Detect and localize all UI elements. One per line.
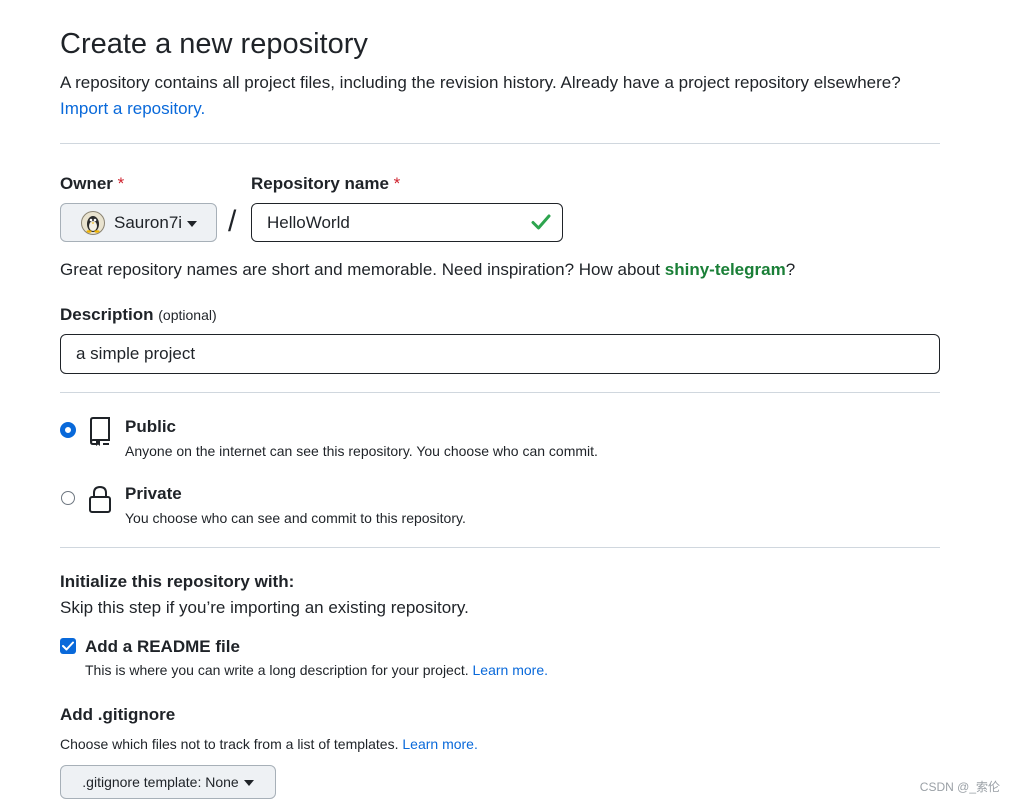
description-label: Description (optional) (60, 305, 217, 325)
owner-label: Owner * (60, 174, 124, 194)
gitignore-template-label: .gitignore template: None (82, 774, 239, 790)
owner-select-button[interactable]: Sauron7i (60, 203, 217, 242)
page-subtitle: A repository contains all project files,… (60, 73, 901, 92)
lock-icon (89, 485, 111, 513)
readme-description-text: This is where you can write a long descr… (85, 662, 469, 678)
name-hint-suffix: ? (785, 260, 796, 279)
readme-checkbox[interactable] (60, 638, 76, 654)
name-hint: Great repository names are short and mem… (60, 260, 795, 280)
caret-down-icon (187, 220, 198, 227)
caret-down-icon (243, 780, 254, 786)
initialize-subtext: Skip this step if you’re importing an ex… (60, 598, 469, 617)
private-option-title: Private (125, 484, 182, 503)
avatar (81, 210, 105, 235)
checkmark-icon (62, 641, 74, 651)
check-icon (531, 214, 551, 230)
name-suggestion-link[interactable]: shiny-telegram (665, 260, 786, 279)
gitignore-heading: Add .gitignore (60, 705, 176, 724)
repo-icon (89, 417, 110, 446)
readme-label[interactable]: Add a README file (85, 637, 240, 657)
public-option-description: Anyone on the internet can see this repo… (125, 443, 598, 459)
owner-required-mark: * (117, 174, 125, 193)
description-input[interactable] (60, 334, 940, 374)
repository-name-input[interactable] (251, 203, 563, 242)
gitignore-description-text: Choose which files not to track from a l… (60, 736, 399, 752)
owner-name: Sauron7i (114, 212, 183, 232)
gitignore-description: Choose which files not to track from a l… (60, 736, 478, 752)
owner-label-text: Owner (60, 174, 113, 193)
owner-repo-separator: / (228, 205, 237, 238)
private-radio[interactable] (61, 491, 75, 505)
repository-name-required-mark: * (393, 174, 401, 193)
public-radio[interactable] (61, 423, 75, 437)
private-option-description: You choose who can see and commit to thi… (125, 510, 466, 526)
description-label-text: Description (60, 305, 154, 324)
readme-learn-more-link[interactable]: Learn more. (473, 662, 548, 678)
divider (60, 392, 940, 393)
watermark: CSDN @_索伦 (919, 780, 1000, 794)
page-title: Create a new repository (60, 28, 368, 60)
repository-name-label: Repository name * (251, 174, 400, 194)
gitignore-learn-more-link[interactable]: Learn more. (402, 736, 477, 752)
description-optional-text: (optional) (158, 307, 217, 323)
name-hint-text: Great repository names are short and mem… (60, 260, 661, 279)
divider (60, 143, 940, 144)
initialize-heading: Initialize this repository with: (60, 572, 295, 591)
divider (60, 547, 940, 548)
readme-description: This is where you can write a long descr… (85, 662, 548, 678)
repository-name-label-text: Repository name (251, 174, 389, 193)
import-repository-link[interactable]: Import a repository. (60, 99, 205, 119)
gitignore-template-button[interactable]: .gitignore template: None (60, 765, 276, 799)
public-option-title: Public (125, 417, 177, 436)
